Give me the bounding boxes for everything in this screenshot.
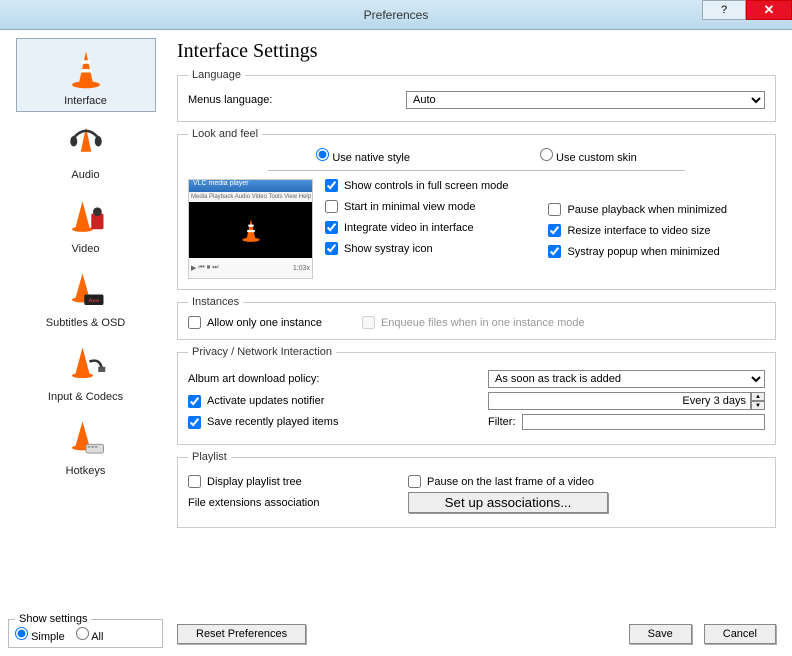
- check-allow-one-instance[interactable]: Allow only one instance: [188, 316, 322, 329]
- subtitles-icon: A»»: [62, 267, 110, 315]
- check-pause-last-frame[interactable]: Pause on the last frame of a video: [408, 475, 594, 488]
- sidebar-item-video[interactable]: Video: [16, 186, 156, 260]
- sidebar-item-audio[interactable]: Audio: [16, 112, 156, 186]
- codecs-icon: [62, 341, 110, 389]
- sidebar-item-hotkeys[interactable]: Hotkeys: [16, 408, 156, 482]
- show-settings-simple[interactable]: Simple: [15, 631, 65, 643]
- use-native-style-radio[interactable]: Use native style: [316, 148, 410, 164]
- album-art-label: Album art download policy:: [188, 373, 488, 385]
- instances-legend: Instances: [188, 296, 243, 308]
- close-button[interactable]: ✕: [746, 0, 792, 20]
- reset-preferences-button[interactable]: Reset Preferences: [177, 624, 306, 644]
- window-title: Preferences: [364, 8, 429, 22]
- setup-associations-button[interactable]: Set up associations...: [408, 492, 608, 513]
- use-custom-skin-radio[interactable]: Use custom skin: [540, 148, 637, 164]
- show-settings-all[interactable]: All: [76, 631, 104, 643]
- check-enqueue-files: Enqueue files when in one instance mode: [362, 316, 585, 329]
- sidebar-item-subtitles[interactable]: A»» Subtitles & OSD: [16, 260, 156, 334]
- file-associations-label: File extensions association: [188, 497, 408, 509]
- language-legend: Language: [188, 69, 245, 81]
- playlist-group: Playlist Display playlist tree Pause on …: [177, 451, 776, 528]
- menus-language-label: Menus language:: [188, 94, 398, 106]
- filter-label: Filter:: [488, 416, 516, 428]
- headphones-icon: [62, 119, 110, 167]
- titlebar: Preferences ? ✕: [0, 0, 792, 30]
- privacy-legend: Privacy / Network Interaction: [188, 346, 336, 358]
- spinner-down-icon[interactable]: ▼: [751, 401, 765, 410]
- album-art-select[interactable]: As soon as track is added: [488, 370, 765, 388]
- instances-group: Instances Allow only one instance Enqueu…: [177, 296, 776, 340]
- sidebar-item-interface[interactable]: Interface: [16, 38, 156, 112]
- sidebar: Interface Audio Video A»» Subtitles & OS…: [8, 38, 163, 648]
- svg-text:A»»: A»»: [88, 297, 99, 304]
- interface-preview: VLC media player Media Playback Audio Vi…: [188, 179, 313, 279]
- look-legend: Look and feel: [188, 128, 262, 140]
- playlist-legend: Playlist: [188, 451, 231, 463]
- check-start-minimal-view[interactable]: Start in minimal view mode: [325, 200, 508, 213]
- sidebar-item-label: Hotkeys: [66, 465, 106, 477]
- sidebar-item-label: Video: [72, 243, 100, 255]
- film-icon: [62, 193, 110, 241]
- help-button[interactable]: ?: [702, 0, 746, 20]
- check-updates-notifier[interactable]: Activate updates notifier: [188, 395, 488, 408]
- page-title: Interface Settings: [177, 40, 776, 63]
- spinner-up-icon[interactable]: ▲: [751, 392, 765, 401]
- language-group: Language Menus language: Auto: [177, 69, 776, 122]
- sidebar-item-label: Audio: [71, 169, 99, 181]
- hotkeys-icon: [62, 415, 110, 463]
- check-resize-to-video[interactable]: Resize interface to video size: [548, 224, 727, 237]
- sidebar-item-label: Input & Codecs: [48, 391, 123, 403]
- check-save-recent[interactable]: Save recently played items: [188, 416, 488, 429]
- cone-icon: [62, 45, 110, 93]
- sidebar-item-label: Interface: [64, 95, 107, 107]
- sidebar-item-input-codecs[interactable]: Input & Codecs: [16, 334, 156, 408]
- check-show-systray-icon[interactable]: Show systray icon: [325, 242, 508, 255]
- filter-input[interactable]: [522, 414, 766, 430]
- sidebar-item-label: Subtitles & OSD: [46, 317, 125, 329]
- save-button[interactable]: Save: [629, 624, 692, 644]
- show-settings-legend: Show settings: [15, 613, 91, 625]
- check-pause-when-minimized[interactable]: Pause playback when minimized: [548, 203, 727, 216]
- check-integrate-video[interactable]: Integrate video in interface: [325, 221, 508, 234]
- check-show-controls-fullscreen[interactable]: Show controls in full screen mode: [325, 179, 508, 192]
- cancel-button[interactable]: Cancel: [704, 624, 776, 644]
- look-and-feel-group: Look and feel Use native style Use custo…: [177, 128, 776, 290]
- updates-interval-spinner[interactable]: ▲▼: [488, 392, 765, 410]
- show-settings-group: Show settings Simple All: [8, 613, 163, 648]
- check-systray-popup[interactable]: Systray popup when minimized: [548, 245, 727, 258]
- privacy-group: Privacy / Network Interaction Album art …: [177, 346, 776, 445]
- check-display-playlist-tree[interactable]: Display playlist tree: [188, 475, 408, 488]
- menus-language-select[interactable]: Auto: [406, 91, 765, 109]
